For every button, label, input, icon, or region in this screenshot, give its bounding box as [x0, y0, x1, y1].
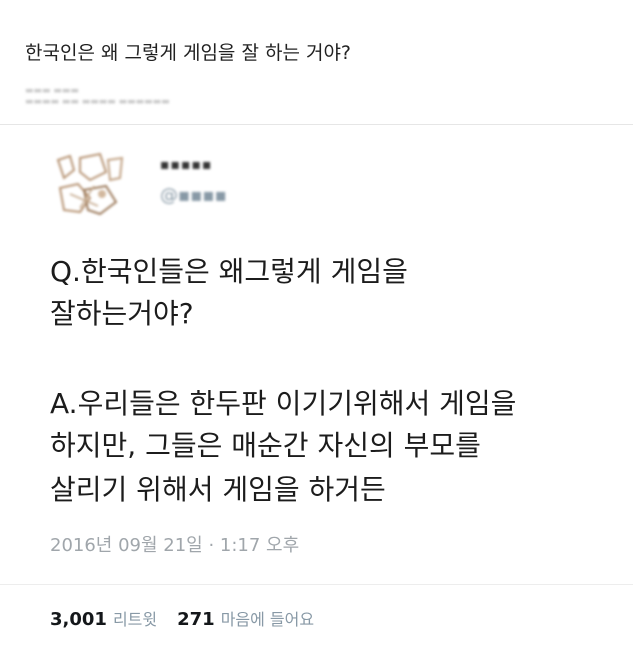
tweet-text-line: 잘하는거야? — [50, 297, 194, 330]
tweet-capture-page: 한국인은 왜 그렇게 게임을 잘 하는 거야? ▬▬▬ ▬▬▬ ▬▬▬▬ ▬▬ … — [0, 0, 633, 670]
tweet-timestamp[interactable]: 2016년 09월 21일 · 1:17 오후 — [50, 531, 299, 557]
stats-divider — [0, 584, 633, 585]
tweet-text-line: 하지만, 그들은 매순간 자신의 부모를 — [50, 429, 481, 462]
header-divider — [0, 124, 633, 125]
tweet-text-line: A.우리들은 한두판 이기기위해서 게임을 — [50, 387, 517, 420]
post-title: 한국인은 왜 그렇게 게임을 잘 하는 거야? — [25, 42, 352, 64]
display-name-blurred: ▪▪▪▪▪ — [160, 157, 213, 173]
likes-label[interactable]: 마음에 들어요 — [221, 610, 314, 629]
post-meta-blurred: ▬▬▬ ▬▬▬ ▬▬▬▬ ▬▬ ▬▬▬▬ ▬▬▬▬▬▬ — [25, 86, 170, 107]
avatar[interactable] — [50, 150, 128, 220]
handle-blurred: @▪▪▪▪ — [160, 185, 227, 206]
retweets-count[interactable]: 3,001 — [50, 609, 107, 630]
likes-count[interactable]: 271 — [177, 609, 215, 630]
tweet-text-line: 살리기 위해서 게임을 하거든 — [50, 473, 386, 506]
tweet-stats: 3,001 리트윗 271 마음에 들어요 — [50, 606, 314, 630]
tweet-text-line: Q.한국인들은 왜그렇게 게임을 — [50, 255, 408, 288]
retweets-label[interactable]: 리트윗 — [113, 610, 157, 629]
